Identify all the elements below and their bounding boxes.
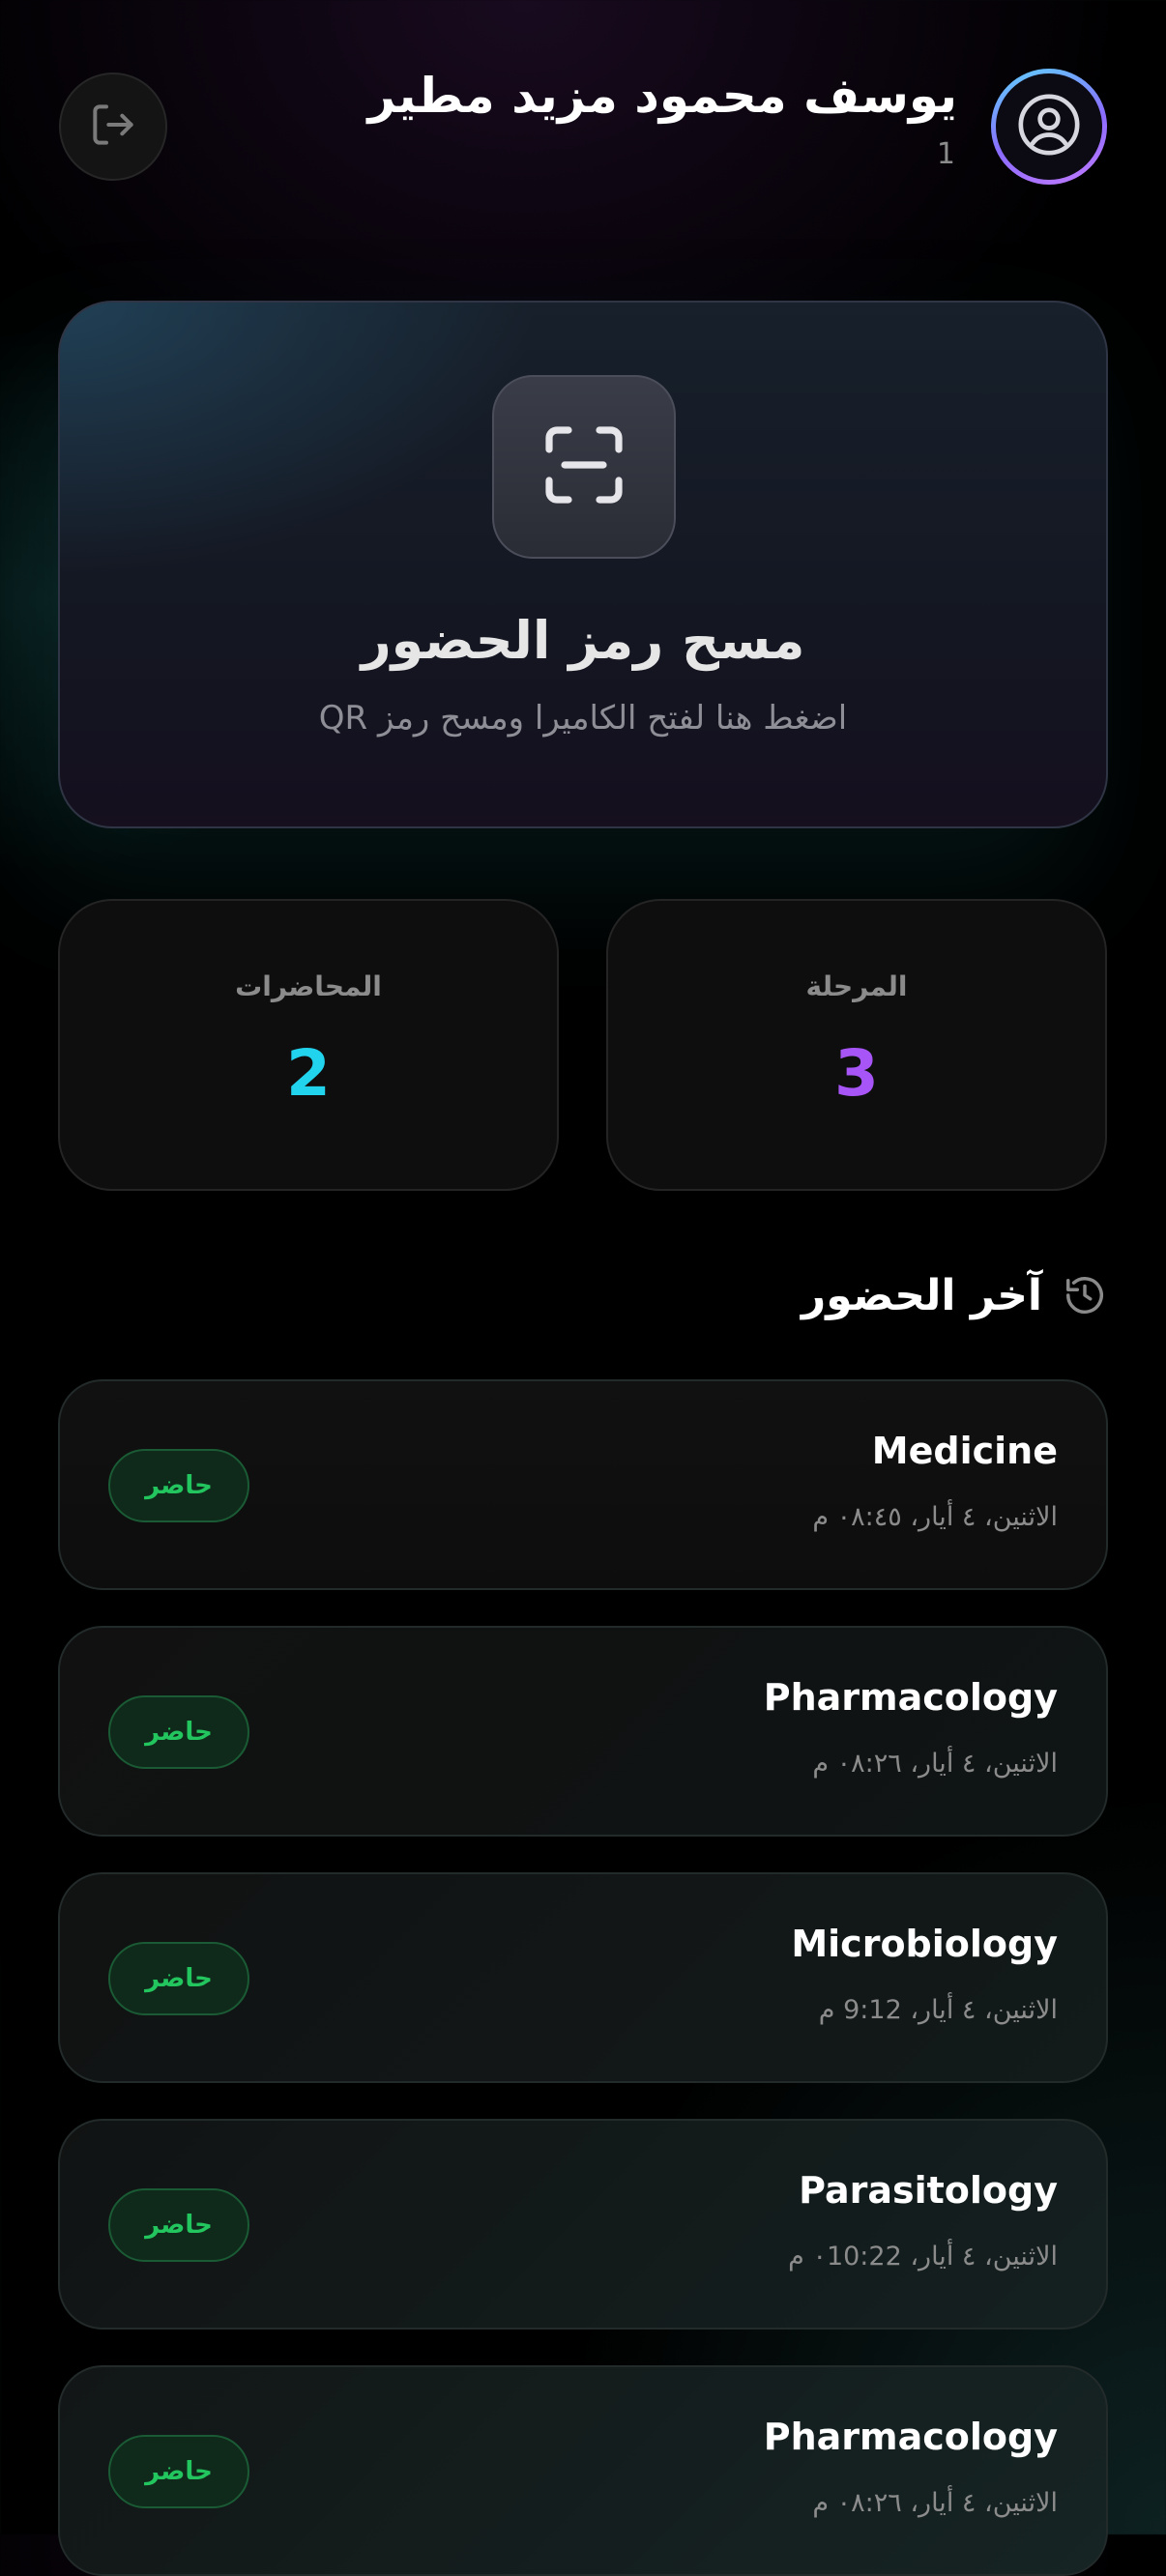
record-subject: Parasitology	[799, 2169, 1058, 2212]
status-badge: حاضر	[108, 1942, 249, 2015]
record-time: الاثنين، ٤ أيار، ٠٨:٢٦ م	[812, 2488, 1058, 2518]
user-id: 1	[936, 137, 955, 171]
record-time: الاثنين، ٤ أيار، ٠٨:٢٦ م	[812, 1749, 1058, 1779]
user-circle-icon	[1015, 91, 1083, 162]
scan-icon	[538, 419, 630, 515]
record-subject: Microbiology	[791, 1923, 1058, 1965]
status-badge: حاضر	[108, 2188, 249, 2262]
attendance-record[interactable]: Pharmacology الاثنين، ٤ أيار، ٠٨:٢٦ م حا…	[58, 1626, 1108, 1837]
scan-attendance-card[interactable]: مسح رمز الحضور اضغط هنا لفتح الكاميرا وم…	[58, 301, 1108, 828]
lectures-label: المحاضرات	[235, 970, 382, 1002]
status-badge: حاضر	[108, 1695, 249, 1769]
status-badge: حاضر	[108, 2435, 249, 2508]
stage-value: 3	[834, 1036, 879, 1111]
record-time: الاثنين، ٤ أيار، 9:12 م	[818, 1995, 1058, 2025]
recent-attendance-heading: آخر الحضور	[802, 1261, 1108, 1329]
attendance-record[interactable]: Parasitology الاثنين، ٤ أيار، ٠10:22 م ح…	[58, 2119, 1108, 2330]
attendance-record[interactable]: Pharmacology الاثنين، ٤ أيار، ٠٨:٢٦ م حا…	[58, 2365, 1108, 2576]
stage-stat-card: المرحلة 3	[606, 899, 1107, 1191]
lectures-value: 2	[286, 1036, 331, 1111]
record-time: الاثنين، ٤ أيار، ٠10:22 م	[788, 2242, 1058, 2272]
history-icon	[1062, 1272, 1108, 1318]
lectures-stat-card: المحاضرات 2	[58, 899, 559, 1191]
user-name: يوسف محمود مزيد مطير	[367, 68, 957, 124]
record-subject: Medicine	[871, 1430, 1058, 1472]
status-badge: حاضر	[108, 1449, 249, 1522]
record-time: الاثنين، ٤ أيار، ٠٨:٤٥ م	[812, 1502, 1058, 1532]
logout-icon	[86, 98, 140, 156]
record-subject: Pharmacology	[763, 2416, 1058, 2458]
record-subject: Pharmacology	[763, 1676, 1058, 1719]
avatar[interactable]	[991, 69, 1107, 185]
section-title: آخر الحضور	[801, 1270, 1042, 1320]
attendance-record[interactable]: Microbiology الاثنين، ٤ أيار، 9:12 م حاض…	[58, 1872, 1108, 2083]
header: يوسف محمود مزيد مطير 1	[0, 0, 1166, 232]
attendance-record[interactable]: Medicine الاثنين، ٤ أيار، ٠٨:٤٥ م حاضر	[58, 1379, 1108, 1590]
logout-button[interactable]	[59, 72, 167, 181]
scan-icon-box	[492, 375, 676, 559]
scan-title: مسح رمز الحضور	[361, 610, 805, 671]
scan-subtitle: اضغط هنا لفتح الكاميرا ومسح رمز QR	[318, 699, 848, 738]
stage-label: المرحلة	[805, 970, 908, 1002]
